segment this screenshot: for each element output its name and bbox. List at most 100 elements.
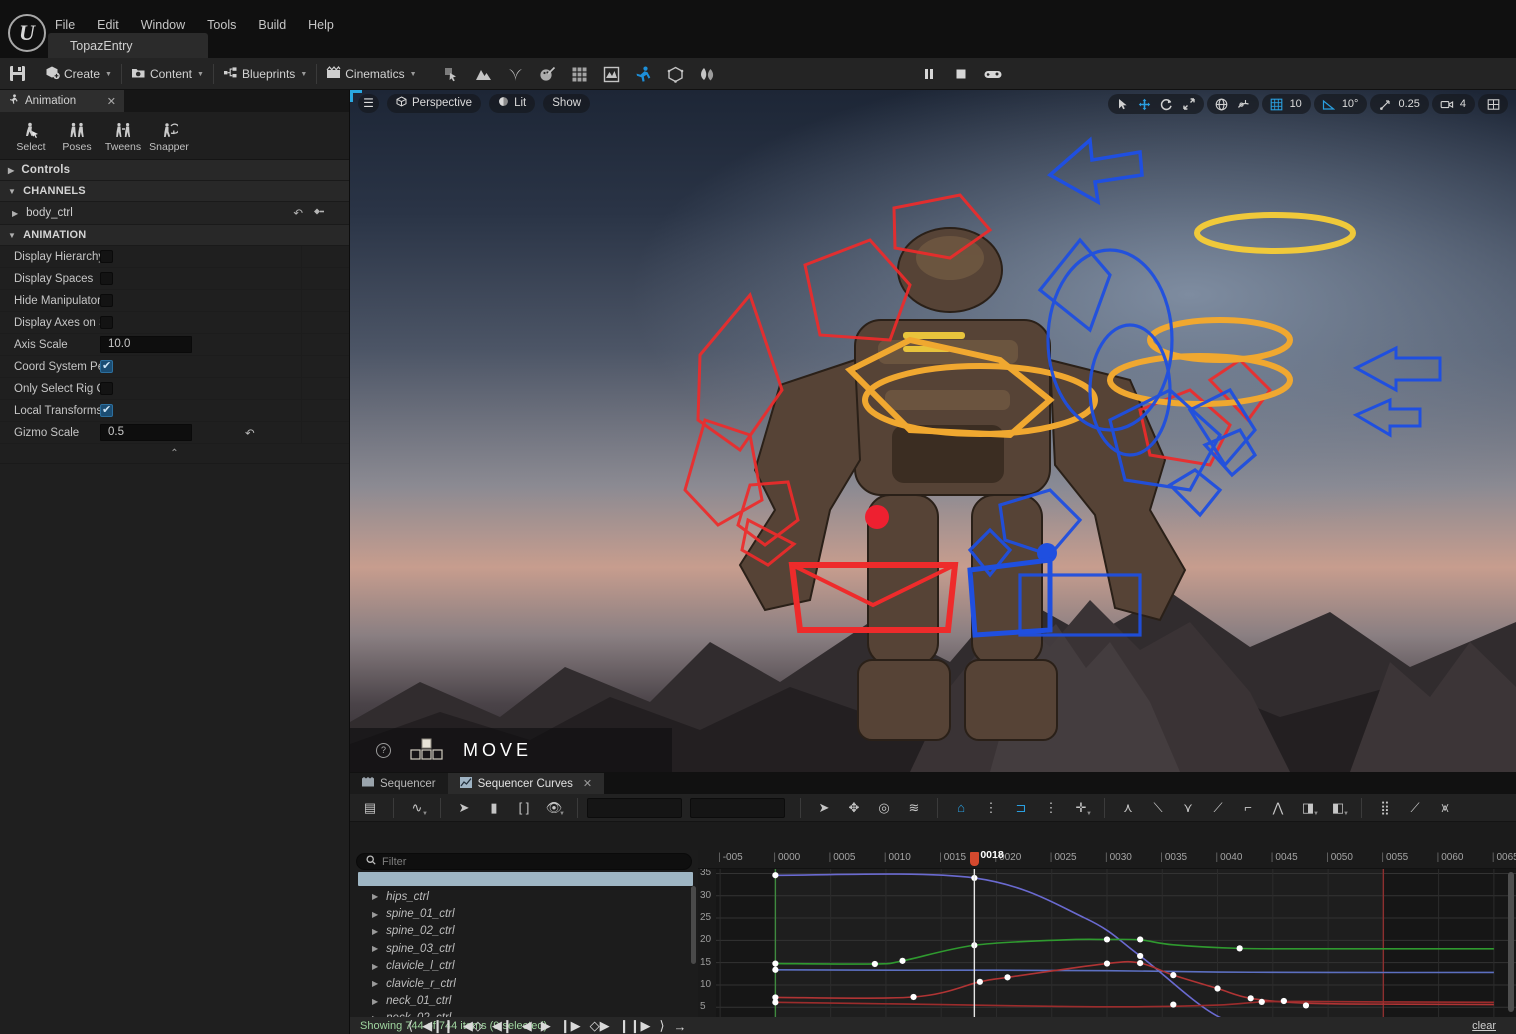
- cycle-post-icon[interactable]: ◧ ▼: [1324, 797, 1352, 819]
- toolbar-blueprints-button[interactable]: Blueprints ▼: [218, 62, 312, 86]
- scale-snap-group[interactable]: 0.25: [1370, 94, 1429, 114]
- cloth-mode-icon[interactable]: [696, 63, 718, 85]
- anim-tool-select[interactable]: Select: [8, 118, 54, 155]
- checkbox-hide-manipulators[interactable]: [100, 294, 113, 307]
- chevron-down-icon[interactable]: ▼: [410, 71, 417, 78]
- keyframe-curve-green-0[interactable]: [772, 960, 779, 967]
- pre-infinity-icon[interactable]: ⊐: [1007, 797, 1035, 819]
- curve-value-field-1[interactable]: [587, 797, 682, 818]
- scale-snap-icon[interactable]: [1375, 95, 1395, 113]
- anim-tool-poses[interactable]: Poses: [54, 118, 100, 155]
- tree-scrollbar[interactable]: [691, 886, 696, 964]
- tab-sequencer-curves[interactable]: Sequencer Curves ✕: [447, 773, 605, 794]
- keyframe-curve-red-upper-1[interactable]: [910, 993, 917, 1001]
- level-viewport[interactable]: ☰ Perspective Lit Show 10 10° 0.25 4 ? M…: [350, 90, 1516, 772]
- jump-to-end-button[interactable]: ⟩: [659, 1018, 664, 1034]
- chevron-right-icon[interactable]: ▶: [372, 979, 378, 988]
- menu-tools[interactable]: Tools: [196, 15, 247, 35]
- mesh-paint-mode-icon[interactable]: [536, 63, 558, 85]
- tangent-select-icon[interactable]: ➤: [450, 797, 478, 819]
- keyframe-curve-green-5[interactable]: [1137, 936, 1144, 943]
- close-icon[interactable]: ✕: [583, 777, 592, 790]
- keyframe-curve-red-lower-1[interactable]: [1170, 1001, 1177, 1008]
- viewport-layout-group[interactable]: [1478, 94, 1508, 114]
- help-circle-icon[interactable]: ?: [376, 742, 391, 758]
- checkbox-display-hierarchy[interactable]: [100, 250, 113, 263]
- curve-filters-icon[interactable]: ∿ ▼: [403, 797, 431, 819]
- toolbar-create-button[interactable]: Create ▼: [40, 62, 117, 86]
- tree-item-spine_01_ctrl[interactable]: ▶ spine_01_ctrl: [350, 905, 698, 922]
- keyframe-curve-red-upper-8[interactable]: [1247, 995, 1254, 1002]
- visibility-icon[interactable]: 👁 ▼: [540, 797, 568, 819]
- chevron-right-icon[interactable]: ▶: [372, 910, 378, 919]
- flatten-icon[interactable]: ⣿: [1371, 797, 1399, 819]
- tab-sequencer[interactable]: Sequencer: [350, 773, 448, 794]
- camera-speed-group[interactable]: 4: [1431, 94, 1475, 114]
- landscape-mode-icon[interactable]: [472, 63, 494, 85]
- linear-tangent-icon[interactable]: ⟋: [1204, 797, 1232, 819]
- multi-select-tool-icon[interactable]: ≋: [900, 797, 928, 819]
- save-curves-icon[interactable]: ▤: [356, 797, 384, 819]
- curve-plot-area[interactable]: 35302520151050: [698, 869, 1516, 1034]
- foliage-mode-icon[interactable]: [504, 63, 526, 85]
- framing-icon[interactable]: ⌂: [947, 797, 975, 819]
- weighted-tangent-icon[interactable]: ⋀: [1264, 797, 1292, 819]
- keyframe-curve-red-upper-2[interactable]: [976, 978, 983, 985]
- chevron-right-icon[interactable]: ▶: [372, 962, 378, 971]
- close-icon[interactable]: ✕: [107, 95, 116, 108]
- tree-item-hips_ctrl[interactable]: ▶ hips_ctrl: [350, 888, 698, 905]
- step-forward-frame-button[interactable]: ❙▶: [560, 1018, 581, 1034]
- checkbox-local-transforms-i[interactable]: [100, 403, 113, 417]
- auto-tangent-icon[interactable]: ⋏: [1114, 797, 1142, 819]
- chevron-right-icon[interactable]: ▶: [12, 209, 18, 218]
- save-icon[interactable]: [8, 64, 27, 83]
- keyframe-curve-red-upper-5[interactable]: [1137, 959, 1144, 967]
- normalize-icon[interactable]: ⩙: [1431, 797, 1459, 819]
- keyframe-curve-red-lower-3[interactable]: [1280, 997, 1287, 1005]
- tree-item-clavicle_r_ctrl[interactable]: ▶ clavicle_r_ctrl: [350, 975, 698, 992]
- keyframe-curve-red-lower-0[interactable]: [772, 999, 779, 1006]
- chevron-right-icon[interactable]: ▶: [372, 997, 378, 1006]
- framing-options-icon[interactable]: ⋮: [977, 797, 1005, 819]
- keyframe-curve-red-upper-6[interactable]: [1170, 972, 1177, 979]
- angle-snap-icon[interactable]: [1319, 95, 1339, 113]
- straighten-icon[interactable]: ⟋: [1401, 797, 1429, 819]
- toolbar-content-button[interactable]: Content ▼: [126, 62, 209, 86]
- chevron-down-icon[interactable]: ▼: [197, 71, 204, 78]
- play-reverse-button[interactable]: ◀: [522, 1018, 532, 1034]
- translate-gizmo-icon[interactable]: [1135, 95, 1155, 113]
- anim-tool-snapper[interactable]: Snapper: [146, 118, 192, 155]
- tree-item-neck_01_ctrl[interactable]: ▶ neck_01_ctrl: [350, 992, 698, 1009]
- key-framing-icon[interactable]: ▮: [480, 797, 508, 819]
- chevron-right-icon[interactable]: ▶: [372, 927, 378, 936]
- input-axis-scale[interactable]: 10.0: [100, 336, 192, 353]
- world-coord-icon[interactable]: [1212, 95, 1232, 113]
- grid-snap-group[interactable]: 10: [1261, 94, 1311, 114]
- loop-button[interactable]: →: [674, 1019, 687, 1034]
- channel-row-body-ctrl[interactable]: ▶ body_ctrl ↶: [0, 202, 349, 225]
- lighting-mode-dropdown[interactable]: Lit: [489, 93, 536, 113]
- menu-build[interactable]: Build: [247, 15, 297, 35]
- chevron-right-icon[interactable]: ▶: [372, 892, 378, 901]
- break-tangent-icon[interactable]: ⋎: [1174, 797, 1202, 819]
- menu-edit[interactable]: Edit: [86, 15, 130, 35]
- range-icon[interactable]: [ ]: [510, 797, 538, 819]
- cycle-pre-icon[interactable]: ◨ ▼: [1294, 797, 1322, 819]
- keyframe-curve-green-4[interactable]: [1103, 936, 1111, 943]
- keyframe-curve-green-6[interactable]: [1236, 945, 1243, 952]
- menu-window[interactable]: Window: [130, 15, 196, 35]
- animation-mode-icon[interactable]: [632, 63, 654, 85]
- keyframe-curve-red-upper-7[interactable]: [1214, 985, 1221, 992]
- chevron-down-icon[interactable]: ▼: [105, 71, 112, 78]
- modeling-mode-icon[interactable]: [664, 63, 686, 85]
- input-gizmo-scale[interactable]: 0.5: [100, 424, 192, 441]
- select-gizmo-icon[interactable]: [1113, 95, 1133, 113]
- scale-gizmo-icon[interactable]: [1179, 95, 1199, 113]
- grid-snap-icon[interactable]: [1267, 95, 1287, 113]
- stop-button[interactable]: [952, 65, 970, 83]
- section-controls[interactable]: ▶ Controls: [0, 160, 349, 181]
- add-key-icon[interactable]: ✛ ▼: [1067, 797, 1095, 819]
- property-reset[interactable]: ↶: [231, 426, 301, 440]
- step-back-frame-button[interactable]: ◀❙: [492, 1018, 513, 1034]
- keyframe-curve-purple-2[interactable]: [1137, 952, 1144, 960]
